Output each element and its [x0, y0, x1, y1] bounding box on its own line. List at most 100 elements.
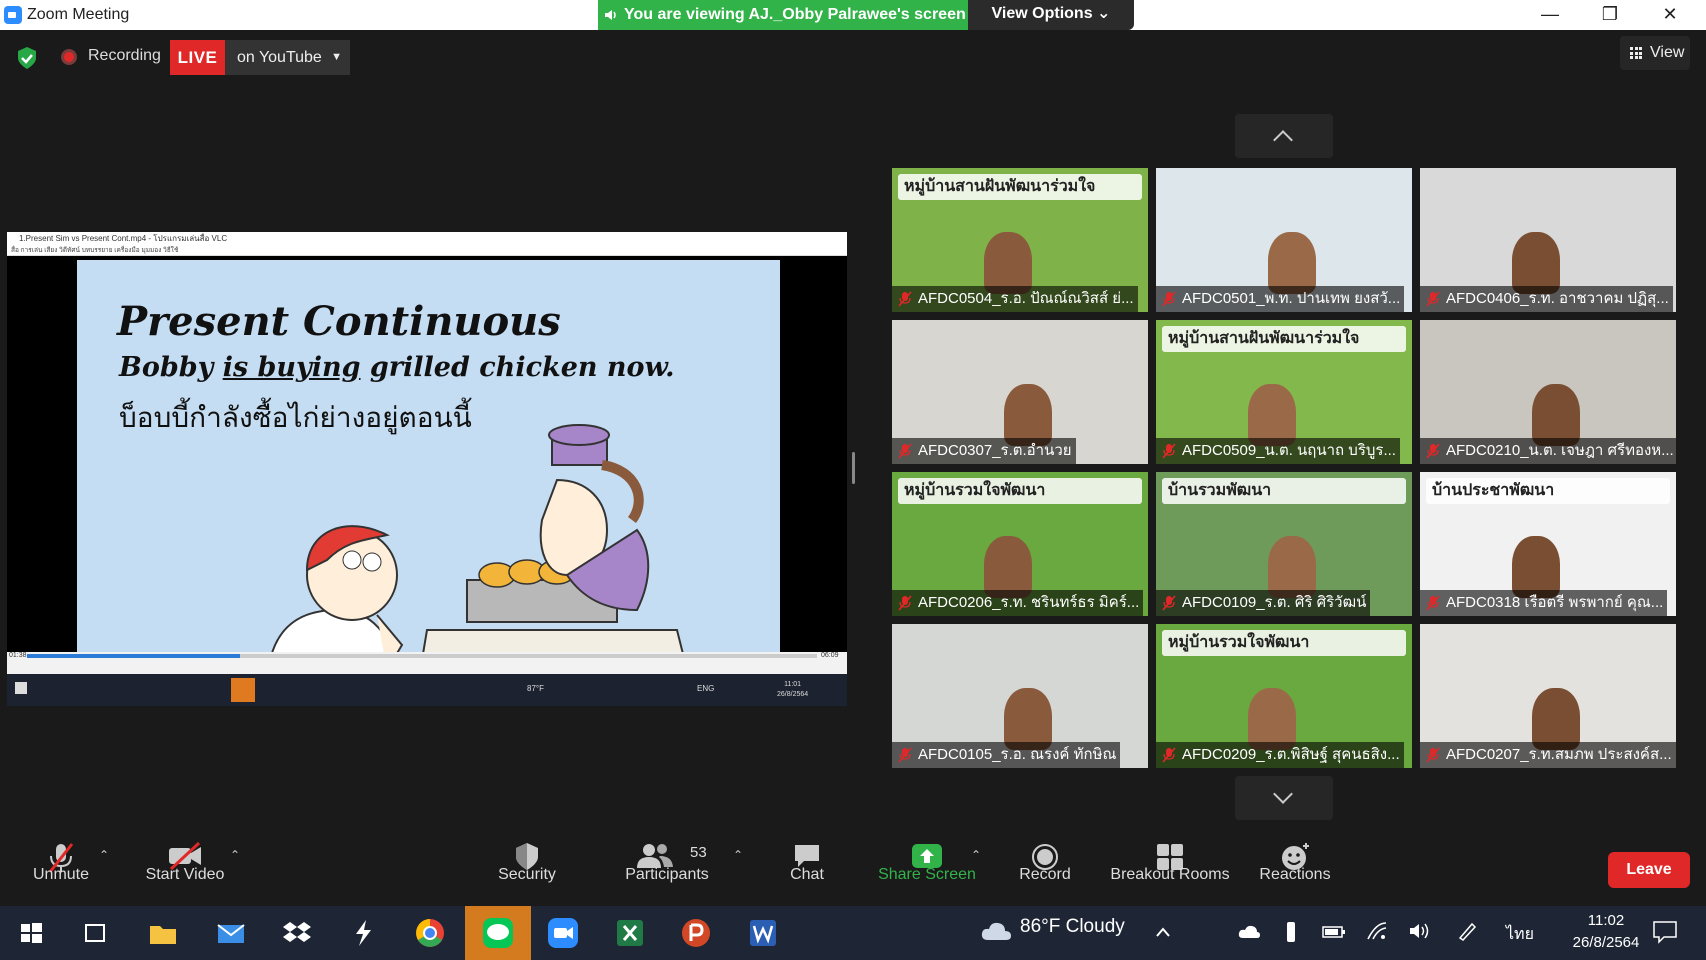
- pen-icon[interactable]: [1456, 920, 1478, 942]
- participant-tile[interactable]: หมู่บ้านสานฝันพัฒนาร่วมใจ AFDC0504_ร.อ. ป…: [892, 168, 1148, 312]
- vlc-seek-bar[interactable]: [27, 654, 817, 658]
- vlc-controls[interactable]: 01:38 06:09: [7, 652, 847, 674]
- participant-tile[interactable]: AFDC0307_ร.ต.อำนวย: [892, 320, 1148, 464]
- virtual-background-caption: บ้านประชาพัฒนา: [1426, 478, 1670, 504]
- video-options-caret[interactable]: ⌃: [230, 848, 240, 862]
- live-badge[interactable]: LIVE: [170, 40, 225, 75]
- shared-screen: 1.Present Sim vs Present Cont.mp4 - โปรแ…: [7, 232, 847, 706]
- share-screen-button[interactable]: Share Screen: [872, 830, 982, 906]
- vlc-elapsed: 01:38: [9, 652, 27, 659]
- close-button[interactable]: ✕: [1640, 0, 1700, 30]
- muted-microphone-icon: [898, 747, 912, 763]
- zoom-taskbar-icon[interactable]: [544, 914, 582, 952]
- muted-microphone-icon: [1162, 595, 1176, 611]
- participant-tile[interactable]: AFDC0501_พ.ท. ปานเทพ ยงสวั...: [1156, 168, 1412, 312]
- onedrive-icon[interactable]: [1237, 923, 1261, 939]
- slide-sentence: Bobby is buying grilled chicken now.: [119, 352, 675, 383]
- muted-microphone-icon: [1162, 747, 1176, 763]
- taskbar-clock[interactable]: 11:02 26/8/2564: [1556, 910, 1656, 954]
- participant-name-tag: AFDC0210_น.ต. เจษฎา ศรีทองห...: [1420, 438, 1676, 464]
- participant-tile[interactable]: AFDC0207_ร.ท.สมภพ ประสงค์ส...: [1420, 624, 1676, 768]
- gallery-grid: หมู่บ้านสานฝันพัฒนาร่วมใจ AFDC0504_ร.อ. ป…: [892, 168, 1678, 768]
- shared-clock: 11:01 26/8/2564: [777, 681, 809, 698]
- encryption-shield-icon[interactable]: [16, 46, 38, 70]
- participant-person: [1248, 384, 1296, 446]
- restore-button[interactable]: ❐: [1580, 0, 1640, 30]
- participant-person: [1004, 384, 1052, 446]
- meeting-toolbar: Unmute ⌃ Start Video ⌃ Security 53 Parti…: [0, 830, 1706, 906]
- start-video-button[interactable]: Start Video: [130, 830, 240, 906]
- file-explorer-icon[interactable]: [144, 914, 182, 952]
- reactions-button[interactable]: Reactions: [1250, 830, 1340, 906]
- live-on-youtube-dropdown[interactable]: on YouTube ▼: [225, 40, 350, 75]
- chrome-icon[interactable]: [411, 914, 449, 952]
- gallery-next-button[interactable]: [1235, 776, 1333, 820]
- vlc-menu-bar: สื่อ การเล่น เสียง วิดีทัศน์ บทบรรยาย เค…: [7, 246, 847, 256]
- participant-tile[interactable]: บ้านประชาพัฒนา AFDC0318 เรือตรี พรพากย์ ค…: [1420, 472, 1676, 616]
- participant-person: [1512, 232, 1560, 294]
- participant-name-tag: AFDC0501_พ.ท. ปานเทพ ยงสวั...: [1156, 286, 1405, 312]
- participant-name-tag: AFDC0504_ร.อ. ปัณณ์ณวิสส์ ย่...: [892, 286, 1138, 312]
- input-language[interactable]: ไทย: [1506, 922, 1534, 947]
- participant-tile[interactable]: บ้านรวมพัฒนา AFDC0109_ร.ต. ศิริ ศิริวัฒน์: [1156, 472, 1412, 616]
- participant-name-tag: AFDC0406_ร.ท. อาชวาคม ปฏิสุ...: [1420, 286, 1673, 312]
- app-lightning-icon[interactable]: [344, 914, 382, 952]
- participant-person: [1004, 688, 1052, 750]
- windows-taskbar: [0, 906, 1706, 960]
- dropbox-icon[interactable]: [278, 914, 316, 952]
- shared-lang: ENG: [697, 684, 715, 693]
- participant-person: [1532, 384, 1580, 446]
- taskbar-weather[interactable]: 86°F Cloudy: [1020, 916, 1125, 938]
- participant-tile[interactable]: หมู่บ้านรวมใจพัฒนา AFDC0209_ร.ต.พิสิษฐ์ ส…: [1156, 624, 1412, 768]
- task-view-icon[interactable]: [76, 914, 114, 952]
- muted-microphone-icon: [1162, 291, 1176, 307]
- caret-down-icon: ▼: [331, 51, 342, 63]
- battery-icon[interactable]: [1322, 925, 1346, 939]
- participant-name-tag: AFDC0207_ร.ท.สมภพ ประสงค์ส...: [1420, 742, 1676, 768]
- gallery-prev-button[interactable]: [1235, 114, 1333, 158]
- minimize-button[interactable]: —: [1520, 0, 1580, 30]
- tray-chevron-icon[interactable]: [1155, 926, 1171, 938]
- share-options-caret[interactable]: ⌃: [971, 848, 981, 862]
- virtual-background-caption: หมู่บ้านรวมใจพัฒนา: [1162, 630, 1406, 656]
- chat-button[interactable]: Chat: [772, 830, 842, 906]
- view-button[interactable]: View: [1620, 36, 1690, 70]
- participant-person: [984, 232, 1032, 294]
- shared-taskbar: 87°F ENG 11:01 26/8/2564: [7, 674, 847, 706]
- breakout-rooms-button[interactable]: Breakout Rooms: [1105, 830, 1235, 906]
- participant-tile[interactable]: หมู่บ้านสานฝันพัฒนาร่วมใจ AFDC0509_น.ต. น…: [1156, 320, 1412, 464]
- participants-options-caret[interactable]: ⌃: [733, 848, 743, 862]
- volume-icon[interactable]: [1408, 921, 1432, 941]
- word-icon[interactable]: [744, 914, 782, 952]
- usb-drive-icon[interactable]: [1284, 920, 1298, 944]
- speaker-icon: [605, 10, 616, 20]
- participant-name-tag: AFDC0109_ร.ต. ศิริ ศิริวัฒน์: [1156, 590, 1371, 616]
- panel-resize-handle[interactable]: [852, 452, 855, 484]
- participant-tile[interactable]: AFDC0406_ร.ท. อาชวาคม ปฏิสุ...: [1420, 168, 1676, 312]
- leave-button[interactable]: Leave: [1608, 852, 1690, 888]
- participant-tile[interactable]: หมู่บ้านรวมใจพัฒนา AFDC0206_ร.ท. ชรินทร์ธ…: [892, 472, 1148, 616]
- participant-tile[interactable]: AFDC0105_ร.อ. ณรงค์ ทักษิณ: [892, 624, 1148, 768]
- muted-microphone-icon: [1162, 443, 1176, 459]
- mail-icon[interactable]: [212, 914, 250, 952]
- view-label: View: [1650, 44, 1685, 61]
- recording-label[interactable]: Recording: [88, 47, 161, 65]
- recording-dot-icon: [61, 49, 77, 65]
- viewing-banner: You are viewing AJ._Obby Palrawee's scre…: [598, 0, 968, 30]
- participants-button[interactable]: 53 Participants: [612, 830, 722, 906]
- line-icon[interactable]: [479, 914, 517, 952]
- participant-tile[interactable]: AFDC0210_น.ต. เจษฎา ศรีทองห...: [1420, 320, 1676, 464]
- record-button[interactable]: Record: [1005, 830, 1085, 906]
- cartoon-illustration: [266, 424, 692, 684]
- unmute-button[interactable]: Unmute: [16, 830, 106, 906]
- windows-start-icon[interactable]: [12, 914, 50, 952]
- audio-options-caret[interactable]: ⌃: [99, 848, 109, 862]
- participant-name-tag: AFDC0206_ร.ท. ชรินทร์ธร มิคร์...: [892, 590, 1144, 616]
- vlc-total: 06:09: [821, 652, 839, 659]
- view-options-button[interactable]: View Options ⌄: [968, 0, 1134, 30]
- excel-icon[interactable]: [611, 914, 649, 952]
- participant-count: 53: [690, 844, 707, 861]
- wifi-icon[interactable]: [1366, 921, 1388, 941]
- security-button[interactable]: Security: [482, 830, 572, 906]
- powerpoint-icon[interactable]: [677, 914, 715, 952]
